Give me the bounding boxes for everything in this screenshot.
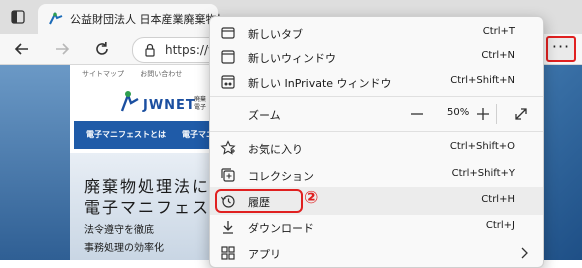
sitemap-link[interactable]: サイトマップ (82, 70, 124, 78)
refresh-icon[interactable] (92, 39, 112, 59)
settings-and-more-button[interactable]: ··· (546, 36, 576, 62)
lock-icon[interactable] (143, 43, 157, 57)
inprivate-icon (221, 75, 235, 89)
site-nav-strip[interactable]: 電子マニフェストとは 電子マニ (74, 121, 214, 149)
site-links[interactable]: サイトマップ お問い合わせ (82, 69, 196, 79)
menu-item-shortcut: Ctrl+T (482, 26, 515, 37)
menu-divider (210, 131, 543, 132)
new-tab-icon (221, 27, 235, 39)
menu-item-apps[interactable]: アプリ (210, 239, 543, 267)
settings-menu: 新しいタブ Ctrl+T 新しいウィンドウ Ctrl+N 新しい InPriva… (209, 16, 544, 268)
collections-icon (221, 168, 235, 182)
menu-item-label: 新しい InPrivate ウィンドウ (248, 77, 392, 90)
menu-item-favorites[interactable]: お気に入り Ctrl+Shift+O (210, 134, 543, 162)
site-nav-text: 電子マニフェストとは 電子マニ (86, 130, 214, 139)
hero-bullet: 事務処理の効率化 (84, 243, 164, 254)
menu-item-shortcut: Ctrl+Shift+N (450, 75, 515, 86)
zoom-divider (496, 104, 497, 124)
hero-title-line: 廃棄物処理法に基 (84, 177, 229, 196)
zoom-out-icon[interactable] (408, 105, 426, 123)
menu-item-downloads[interactable]: ダウンロード Ctrl+J (210, 213, 543, 241)
page-background-left (0, 65, 70, 260)
site-favicon-icon (49, 12, 63, 25)
callout-step-2: ② (304, 188, 319, 208)
history-icon (221, 195, 235, 208)
menu-item-label: お気に入り (248, 143, 303, 156)
menu-item-label: コレクション (248, 170, 314, 183)
menu-item-shortcut: Ctrl+H (481, 194, 515, 205)
jwnet-logo-icon (120, 91, 139, 112)
fullscreen-icon[interactable] (512, 105, 530, 123)
logo-sub-line: 廃棄 (194, 96, 207, 103)
active-tab[interactable]: 公益財団法人 日本産業廃棄物処 (38, 4, 220, 34)
download-icon (223, 221, 233, 234)
menu-item-label: ダウンロード (248, 222, 314, 235)
menu-item-new-window[interactable]: 新しいウィンドウ Ctrl+N (210, 43, 543, 71)
zoom-in-icon[interactable] (474, 105, 492, 123)
menu-item-shortcut: Ctrl+J (485, 220, 515, 231)
new-window-icon (221, 50, 235, 64)
hero-title-line: 電子マニフェスト (84, 198, 229, 217)
zoom-label: ズーム (248, 109, 281, 122)
menu-item-shortcut: Ctrl+Shift+Y (451, 168, 515, 179)
menu-item-new-inprivate-window[interactable]: 新しい InPrivate ウィンドウ Ctrl+Shift+N (210, 68, 543, 96)
hero-title: 廃棄物処理法に基 電子マニフェスト (84, 176, 228, 218)
menu-item-label: 新しいウィンドウ (248, 52, 336, 65)
menu-item-label: 新しいタブ (248, 28, 303, 41)
tab-actions-icon[interactable] (10, 9, 26, 25)
tab-title: 公益財団法人 日本産業廃棄物処 (70, 13, 220, 26)
forward-icon[interactable] (52, 39, 72, 59)
menu-divider (210, 96, 543, 97)
menu-item-shortcut: Ctrl+N (481, 50, 515, 61)
favorites-icon (220, 140, 236, 155)
hero-bullet: 法令遵守を徹底 (84, 225, 154, 236)
back-icon[interactable] (12, 39, 32, 59)
menu-item-history[interactable]: 履歴 Ctrl+H (210, 187, 543, 215)
zoom-value: 50% (447, 107, 470, 118)
menu-item-collections[interactable]: コレクション Ctrl+Shift+Y (210, 161, 543, 189)
menu-item-label: 履歴 (248, 196, 270, 209)
contact-link[interactable]: お問い合わせ (140, 70, 182, 78)
menu-item-shortcut: Ctrl+Shift+O (449, 141, 515, 152)
apps-icon (221, 246, 235, 260)
jwnet-logo-text: JWNET (143, 98, 196, 113)
logo-sub-line: 電子 (194, 104, 207, 111)
jwnet-logo-subtext: 廃棄 電子 (194, 96, 206, 112)
menu-item-zoom: ズーム 50% (210, 100, 543, 128)
chevron-right-icon (521, 247, 528, 259)
